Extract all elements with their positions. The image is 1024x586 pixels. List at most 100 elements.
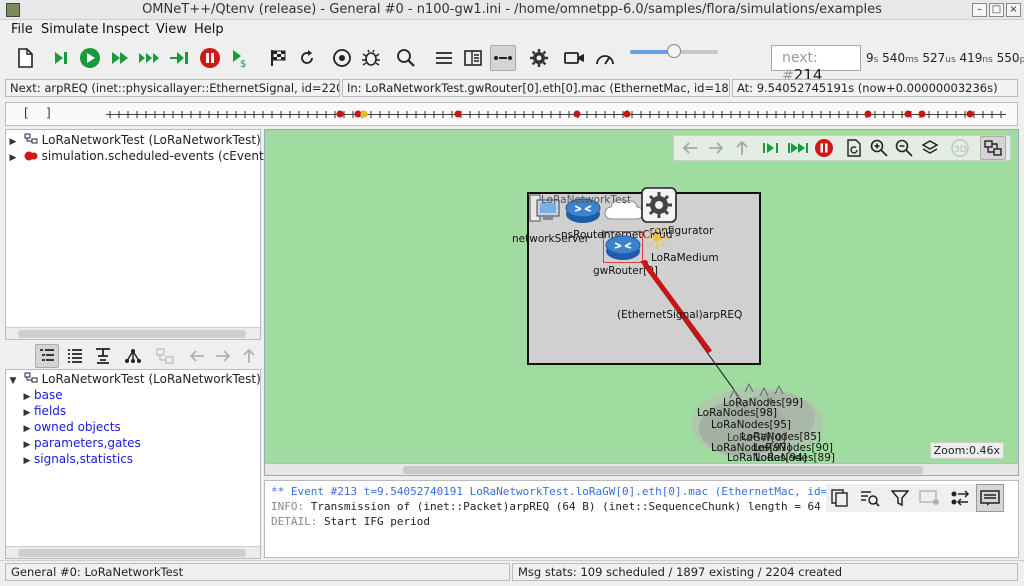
layout-toggle-button[interactable] — [460, 45, 486, 71]
timeline-event-dot[interactable] — [623, 110, 631, 118]
log-settings-button[interactable] — [916, 484, 944, 512]
tree-item-scheduled-events[interactable]: ▶ simulation.scheduled-events (cEventHe — [6, 149, 281, 165]
go-up-button[interactable] — [237, 344, 261, 368]
minimize-button[interactable]: – — [972, 3, 987, 17]
timeline-event-dot[interactable] — [904, 110, 912, 118]
expanded-arrow-icon[interactable]: ▼ — [6, 376, 20, 386]
timeline-event-dot[interactable] — [336, 110, 344, 118]
messages-mode-button[interactable] — [976, 484, 1004, 512]
log-mode-toggle-button[interactable] — [946, 484, 974, 512]
new-run-button[interactable] — [12, 45, 38, 71]
inspector-group-base[interactable]: ▶ base — [20, 388, 63, 404]
camera-icon — [564, 52, 584, 64]
close-button[interactable]: × — [1006, 3, 1021, 17]
rebuild-network-button[interactable]: $ — [227, 45, 253, 71]
canvas-horizontal-scrollbar[interactable] — [265, 463, 1018, 475]
menu-help[interactable]: Help — [194, 22, 224, 37]
object-tree-horizontal-scrollbar[interactable] — [6, 327, 260, 339]
timeline-event-dot[interactable] — [354, 110, 362, 118]
tree-item-network[interactable]: ▶ LoRaNetworkTest (LoRaNetworkTest) id — [6, 133, 276, 149]
message-stats: Msg stats: 109 scheduled / 1897 existing… — [512, 563, 1018, 581]
timeline-event-dot[interactable] — [454, 110, 462, 118]
animation-speed-button[interactable] — [592, 45, 618, 71]
inheritance-mode-button[interactable] — [121, 344, 145, 368]
inspector-horizontal-scrollbar[interactable] — [6, 546, 260, 558]
canvas-up-button[interactable] — [730, 136, 754, 160]
canvas-mode-toggle-button[interactable] — [980, 136, 1006, 160]
menu-simulate[interactable]: Simulate — [41, 22, 98, 37]
collapsed-arrow-icon[interactable]: ▶ — [6, 137, 20, 147]
canvas-back-button[interactable] — [678, 136, 702, 160]
filter-log-button[interactable] — [886, 484, 914, 512]
collapsed-arrow-icon[interactable]: ▶ — [6, 153, 20, 163]
collapsed-arrow-icon[interactable]: ▶ — [20, 456, 34, 466]
canvas-fast-local-button[interactable] — [786, 136, 810, 160]
animation-speed-slider-handle[interactable] — [667, 44, 681, 58]
collapsed-arrow-icon[interactable]: ▶ — [20, 408, 34, 418]
canvas-zoom-in-button[interactable] — [867, 136, 891, 160]
canvas-stop-button[interactable] — [812, 136, 836, 160]
timeline-event-dot[interactable] — [360, 110, 368, 118]
canvas-toolbar: 3D — [673, 135, 1011, 161]
collapsed-arrow-icon[interactable]: ▶ — [20, 424, 34, 434]
collapsed-arrow-icon[interactable]: ▶ — [20, 440, 34, 450]
step-button[interactable] — [48, 45, 74, 71]
object-tree-panel[interactable]: ▶ LoRaNetworkTest (LoRaNetworkTest) id ▶… — [5, 129, 280, 340]
preferences-button[interactable] — [526, 45, 552, 71]
timeline-event-dot[interactable] — [573, 110, 581, 118]
copy-log-button[interactable] — [826, 484, 854, 512]
timeline[interactable]: [ ] — [5, 102, 1018, 126]
maximize-button[interactable]: □ — [989, 3, 1004, 17]
menu-inspect[interactable]: Inspect — [102, 22, 149, 37]
canvas-relayout-button[interactable] — [842, 136, 866, 160]
timeline-toggle-button[interactable] — [431, 45, 457, 71]
inspector-group-signals-statistics[interactable]: ▶ signals,statistics — [20, 452, 134, 468]
back-button[interactable] — [185, 344, 209, 368]
network-canvas[interactable]: networkServer nsRouter internetCloud con… — [264, 129, 1019, 476]
find-in-log-button[interactable] — [856, 484, 884, 512]
canvas-forward-button[interactable] — [704, 136, 728, 160]
collapsed-arrow-icon[interactable]: ▶ — [20, 392, 34, 402]
timeline-event-dot[interactable] — [864, 110, 872, 118]
object-tree-scrollbar-thumb[interactable] — [18, 330, 246, 338]
event-log-panel[interactable]: ** Event #213 t=9.54052740191 LoRaNetwor… — [264, 480, 1019, 558]
canvas-scrollbar-thumb[interactable] — [403, 466, 923, 474]
svg-text:$: $ — [240, 59, 246, 68]
animation-toggle-button[interactable] — [490, 45, 516, 71]
run-button[interactable] — [77, 45, 103, 71]
zoom-out-icon — [895, 139, 913, 157]
timeline-event-dot[interactable] — [966, 110, 974, 118]
open-in-network-button[interactable] — [153, 344, 177, 368]
run-until-button[interactable] — [166, 45, 192, 71]
inspector-group-owned-objects[interactable]: ▶ owned objects — [20, 420, 121, 436]
network-icon — [24, 133, 38, 144]
network-icon — [24, 372, 38, 383]
inspector-root-item[interactable]: ▼ LoRaNetworkTest (LoRaNetworkTest) id — [6, 372, 276, 388]
menu-view[interactable]: View — [156, 22, 187, 37]
flat-mode-button[interactable] — [63, 344, 87, 368]
fast-run-button[interactable] — [108, 45, 134, 71]
filter-icon — [891, 490, 909, 507]
timeline-event-dot[interactable] — [918, 110, 926, 118]
debug-button[interactable] — [358, 45, 384, 71]
forward-button[interactable] — [211, 344, 235, 368]
restart-button[interactable] — [294, 45, 320, 71]
inspector-group-fields[interactable]: ▶ fields — [20, 404, 67, 420]
stop-button[interactable] — [197, 45, 223, 71]
canvas-zoom-out-button[interactable] — [892, 136, 916, 160]
canvas-step-local-button[interactable] — [760, 136, 784, 160]
inspector-scrollbar-thumb[interactable] — [18, 549, 246, 557]
finish-simulation-button[interactable] — [265, 45, 291, 71]
find-objects-button[interactable] — [393, 45, 419, 71]
canvas-layers-button[interactable] — [918, 136, 942, 160]
menu-file[interactable]: File — [11, 22, 33, 37]
canvas-3d-button[interactable]: 3D — [948, 136, 972, 160]
express-run-button[interactable] — [137, 45, 163, 71]
children-mode-button[interactable] — [91, 344, 115, 368]
find-module-button[interactable] — [329, 45, 355, 71]
object-inspector-panel[interactable]: ▼ LoRaNetworkTest (LoRaNetworkTest) id ▶… — [5, 369, 276, 559]
relayout-icon — [847, 139, 861, 157]
record-video-button[interactable] — [562, 45, 588, 71]
inspector-group-parameters-gates[interactable]: ▶ parameters,gates — [20, 436, 141, 452]
tree-mode-button[interactable] — [35, 344, 59, 368]
